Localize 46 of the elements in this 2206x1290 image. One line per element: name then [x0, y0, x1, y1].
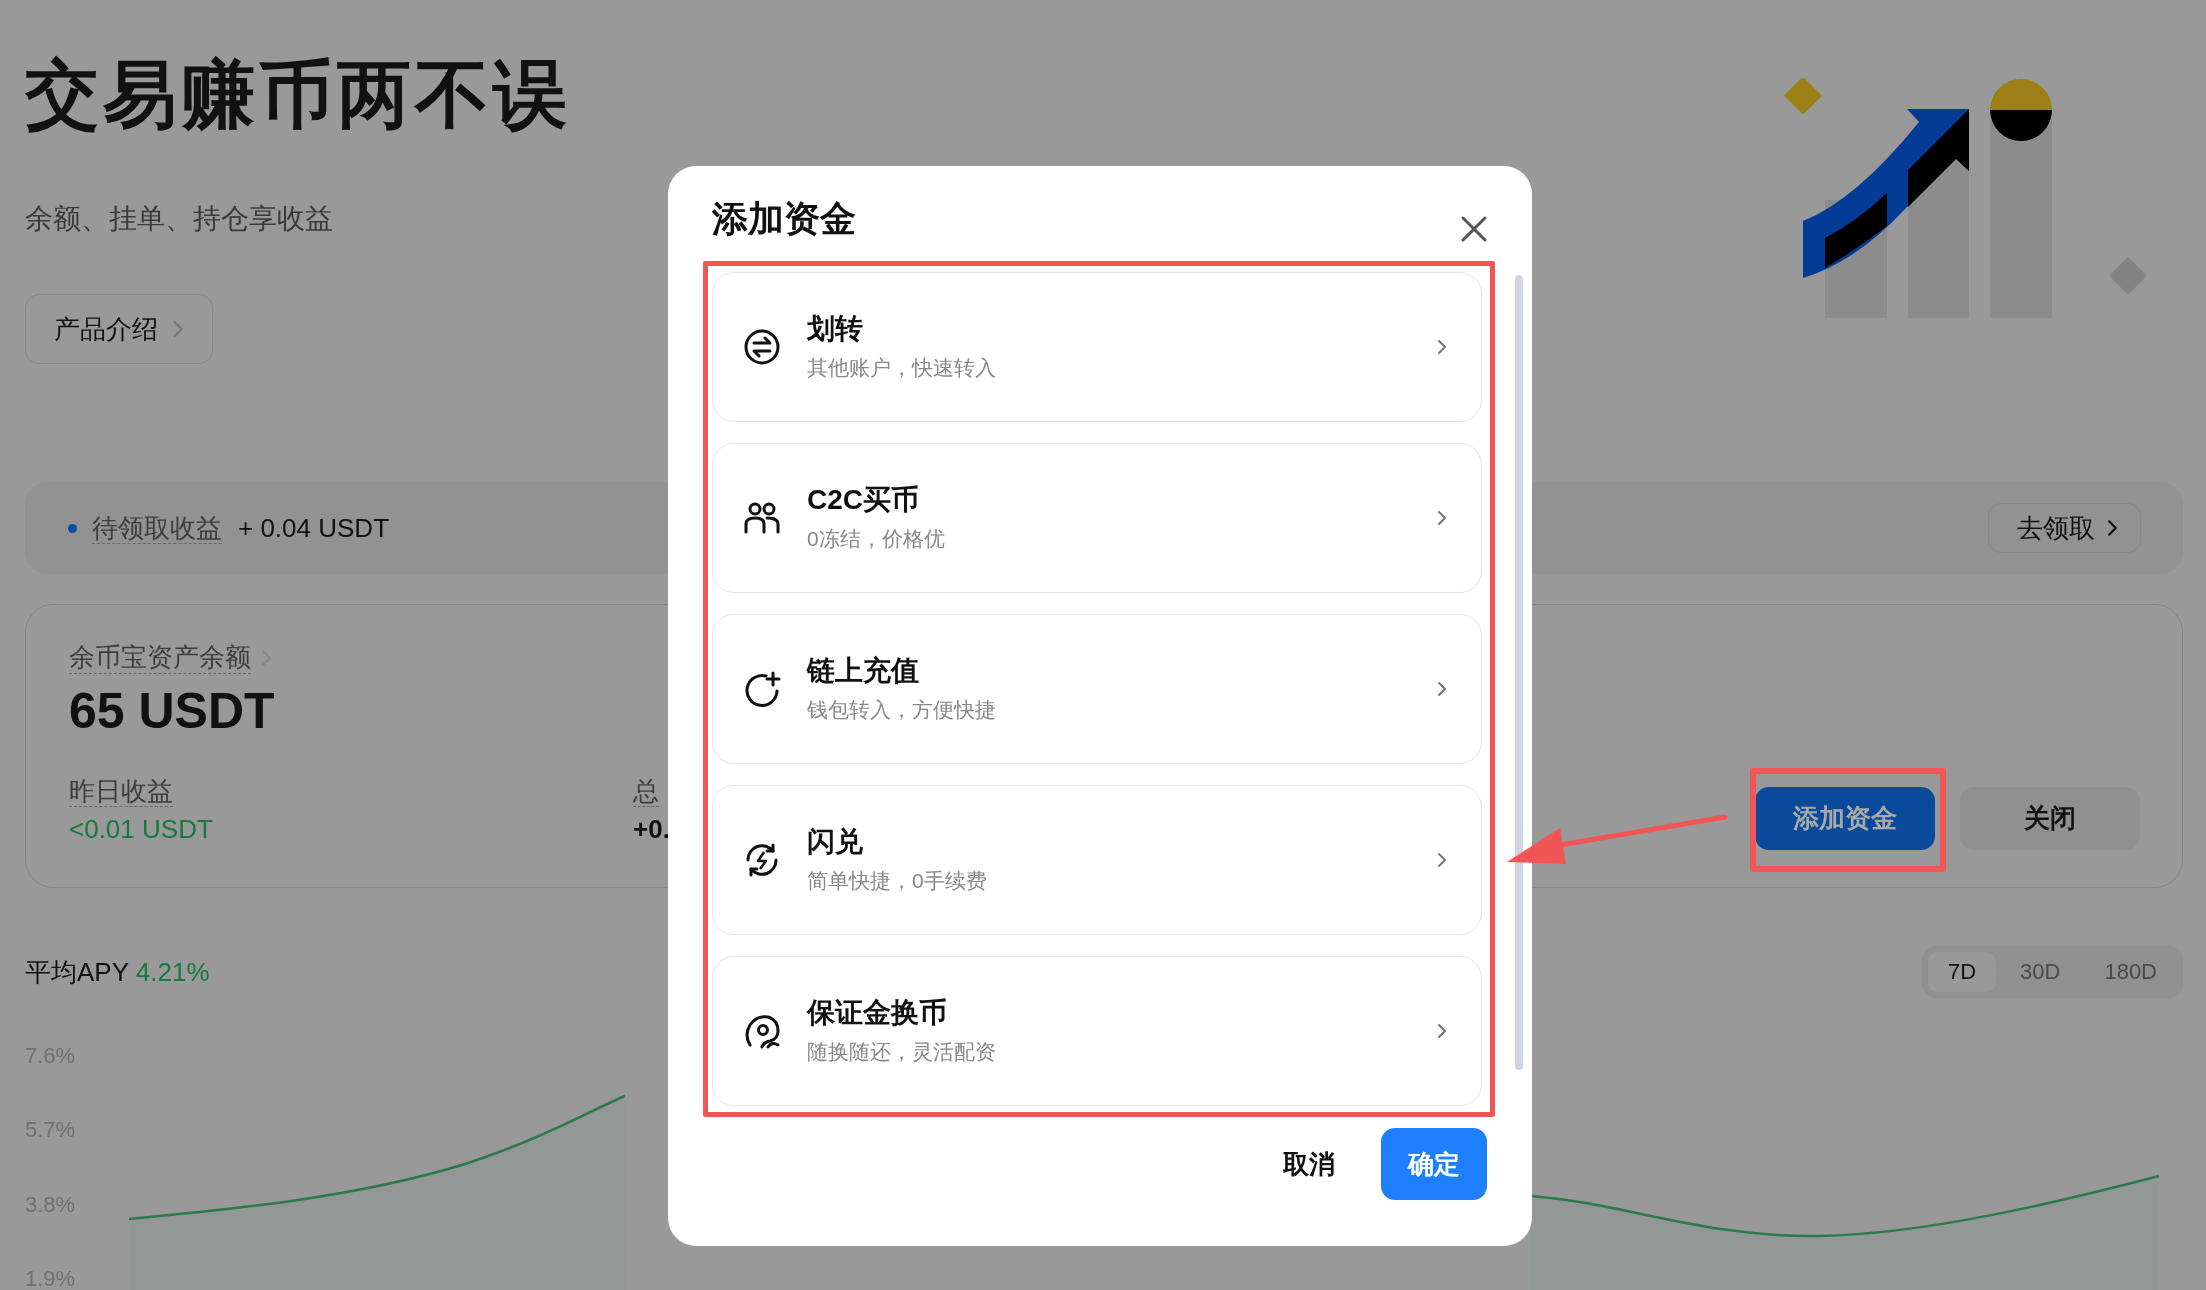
page-subtitle: 余额、挂单、持仓享收益 [25, 202, 333, 236]
range-tab[interactable]: 7D [1927, 952, 1997, 992]
confirm-button[interactable]: 确定 [1381, 1128, 1487, 1200]
close-button[interactable]: 关闭 [1960, 787, 2140, 850]
stat-label: 总 [633, 776, 659, 807]
stat-value: +0. [633, 813, 670, 845]
option-subtitle: 随换随还，灵活配资 [807, 1039, 997, 1065]
cancel-button[interactable]: 取消 [1283, 1136, 1335, 1192]
add-funds-button[interactable]: 添加资金 [1755, 787, 1935, 850]
option-subtitle: 0冻结，价格优 [807, 526, 946, 552]
chevron-right-icon [1437, 681, 1447, 697]
pending-earnings-label: 待领取收益 [92, 512, 222, 544]
close-icon[interactable] [1459, 214, 1489, 244]
stat-label: 昨日收益 [69, 776, 173, 807]
chevron-right-icon [1437, 852, 1447, 868]
option-subtitle: 其他账户，快速转入 [807, 355, 997, 381]
balance-amount: 65 USDT [69, 682, 276, 741]
scrollbar[interactable] [1515, 275, 1523, 1070]
chevron-right-icon [2107, 519, 2118, 537]
chevron-right-icon [172, 319, 184, 339]
dialog-title: 添加资金 [712, 196, 856, 241]
funding-option[interactable]: 保证金换币 随换随还，灵活配资 [712, 956, 1482, 1106]
funding-option[interactable]: 划转 其他账户，快速转入 [712, 272, 1482, 422]
option-subtitle: 钱包转入，方便快捷 [807, 697, 997, 723]
pending-earnings-amount: + 0.04 USDT [238, 512, 389, 544]
funding-option[interactable]: 链上充值 钱包转入，方便快捷 [712, 614, 1482, 764]
refresh-plus-icon [742, 669, 782, 709]
status-dot [68, 523, 77, 533]
product-intro-button[interactable]: 产品介绍 [25, 294, 213, 364]
funding-option[interactable]: 闪兑 简单快捷，0手续费 [712, 785, 1482, 935]
stat-value: <0.01 USDT [69, 813, 213, 845]
funding-option[interactable]: C2C买币 0冻结，价格优 [712, 443, 1482, 593]
chevron-right-icon [1437, 1023, 1447, 1039]
option-title: 保证金换币 [807, 996, 948, 1030]
chevron-right-icon [1437, 339, 1447, 355]
average-apy-label: 平均APY 4.21% [25, 955, 210, 989]
option-title: 链上充值 [807, 654, 920, 688]
chevron-right-icon [1437, 510, 1447, 526]
transfer-icon [742, 327, 782, 367]
coin [1990, 79, 2052, 141]
balance-label: 余币宝资产余额 [69, 641, 251, 674]
option-title: C2C买币 [807, 483, 920, 517]
option-title: 划转 [807, 312, 864, 346]
option-subtitle: 简单快捷，0手续费 [807, 868, 988, 894]
claim-button[interactable]: 去领取 [1988, 503, 2141, 553]
option-title: 闪兑 [807, 825, 864, 859]
